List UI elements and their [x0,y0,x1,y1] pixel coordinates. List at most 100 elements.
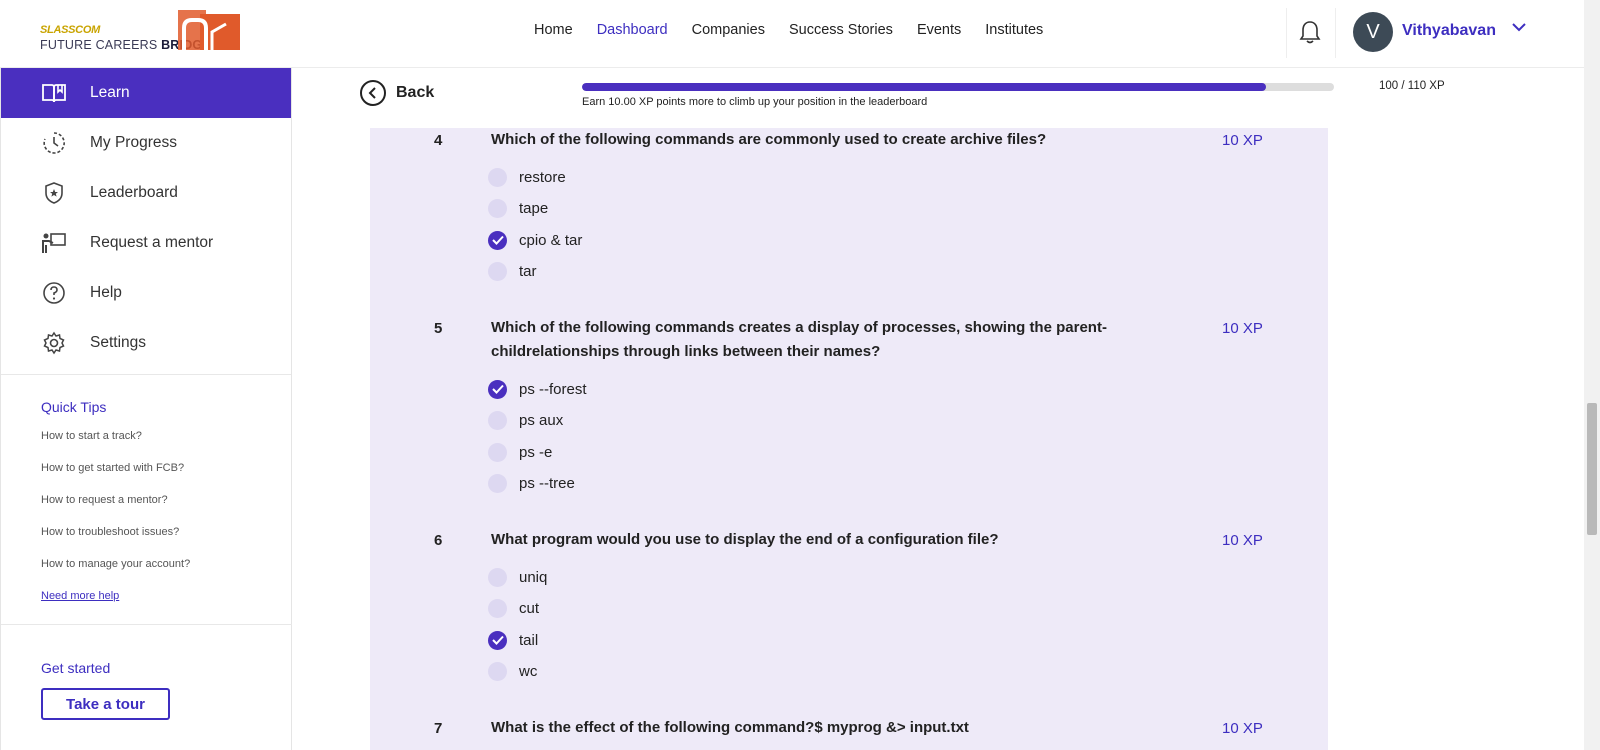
page-scrollbar[interactable] [1584,0,1600,750]
question-xp: 10 XP [1222,132,1263,149]
answer-option-label: ps --forest [519,380,587,398]
answer-option[interactable]: cpio & tar [488,230,582,250]
sidebar-item-label: Learn [90,84,130,101]
xp-total: 100 / 110 XP [1379,80,1445,92]
answer-option[interactable]: restore [488,167,566,187]
fcb-logo[interactable]: SLASSCOM FUTURE CAREERS BRIDGE [40,10,240,58]
answer-option-label: ps --tree [519,475,575,492]
nav-events[interactable]: Events [917,22,961,38]
progress-strip [292,68,1584,128]
question-xp: 10 XP [1222,720,1263,737]
answer-option-label: tape [519,200,549,217]
user-name[interactable]: Vithyabavan [1402,22,1496,40]
mentor-board-icon [41,230,67,256]
radio-unchecked-icon[interactable] [488,442,507,462]
quick-tip-link[interactable]: How to request a mentor? [41,493,291,525]
sidebar-item-label: My Progress [90,134,177,151]
question-number: 7 [434,720,443,737]
xp-progress-fill [582,83,1266,91]
sidebar-item-help[interactable]: Help [1,268,291,318]
quick-tip-link[interactable]: How to troubleshoot issues? [41,525,291,557]
answer-option-label: restore [519,168,566,186]
quick-tip-link[interactable]: How to get started with FCB? [41,461,291,493]
question-number: 4 [434,132,443,149]
sidebar-item-label: Help [90,284,122,301]
nav-companies[interactable]: Companies [692,22,765,38]
radio-checked-icon[interactable] [488,230,507,250]
answer-option-label: uniq [519,568,548,586]
sidebar-item-label: Leaderboard [90,184,178,201]
back-arrow-icon [360,80,386,106]
answer-option-label: tail [519,631,539,649]
answer-option[interactable]: ps --tree [488,474,575,494]
question-number: 6 [434,532,443,549]
avatar[interactable]: V [1353,12,1393,52]
logo-top-text: SLASSCOM [40,24,100,36]
answer-option-label: tar [519,263,537,280]
answer-option-label: wc [519,663,538,680]
radio-checked-icon[interactable] [488,379,507,399]
radio-unchecked-icon[interactable] [488,662,507,681]
answer-option[interactable]: tail [488,630,538,650]
take-tour-button[interactable]: Take a tour [41,688,170,720]
radio-unchecked-icon[interactable] [488,567,507,587]
radio-unchecked-icon[interactable] [488,167,507,187]
question-number: 5 [434,320,443,337]
question-text: Which of the following commands creates … [491,319,1107,360]
radio-checked-icon[interactable] [488,630,507,650]
answer-option[interactable]: tar [488,262,537,282]
answer-option[interactable]: ps aux [488,411,563,431]
answer-option[interactable]: ps -e [488,442,552,462]
radio-unchecked-icon[interactable] [488,262,507,281]
sidebar: Learn My Progress Leaderboard Request a men… [0,68,292,750]
nav-success-stories[interactable]: Success Stories [789,22,893,38]
gear-icon [41,330,67,356]
help-icon [41,280,67,306]
scrollbar-thumb[interactable] [1587,403,1597,535]
sidebar-item-label: Request a mentor [90,234,214,251]
logo-mark-icon [178,10,240,50]
nav-home[interactable]: Home [534,22,573,38]
bell-icon[interactable] [1299,20,1321,44]
question-xp: 10 XP [1222,320,1263,337]
answer-option-label: cut [519,600,540,617]
answer-option[interactable]: uniq [488,567,547,587]
sidebar-divider [1,624,292,625]
radio-unchecked-icon[interactable] [488,474,507,493]
xp-progress-note: Earn 10.00 XP points more to climb up yo… [582,96,928,108]
sidebar-item-leaderboard[interactable]: Leaderboard [1,168,291,218]
back-label: Back [396,84,435,101]
answer-option[interactable]: ps --forest [488,379,587,399]
radio-unchecked-icon[interactable] [488,199,507,218]
sidebar-menu: Learn My Progress Leaderboard Request a men… [1,68,291,368]
xp-progress-bar [582,83,1334,91]
answer-option-label: ps -e [519,443,553,461]
question-xp: 10 XP [1222,532,1263,549]
question-text: What program would you use to display th… [491,531,999,548]
main-nav: Home Dashboard Companies Success Stories Eve… [534,22,1067,38]
sidebar-item-request-a-mentor[interactable]: Request a mentor [1,218,291,268]
nav-dashboard[interactable]: Dashboard [597,22,668,38]
answer-option[interactable]: wc [488,662,537,682]
question-text: Which of the following commands are comm… [491,131,1047,148]
nav-institutes[interactable]: Institutes [985,22,1043,38]
quick-tip-link[interactable]: How to start a track? [41,429,291,461]
top-header: SLASSCOM FUTURE CAREERS BRIDGE Home Dashb… [0,0,1584,68]
answer-option[interactable]: cut [488,599,539,619]
sidebar-item-settings[interactable]: Settings [1,318,291,368]
answer-option[interactable]: tape [488,199,548,219]
need-more-help-link[interactable]: Need more help [41,589,291,621]
answer-option-label: cpio & tar [519,231,583,249]
radio-unchecked-icon[interactable] [488,599,507,618]
get-started-label: Get started [41,660,111,676]
chevron-down-icon[interactable] [1510,20,1528,34]
book-icon [41,80,67,106]
radio-unchecked-icon[interactable] [488,411,507,430]
sidebar-item-label: Settings [90,334,147,351]
quick-tip-link[interactable]: How to manage your account? [41,557,291,589]
sidebar-item-my-progress[interactable]: My Progress [1,118,291,168]
sidebar-item-learn[interactable]: Learn [1,68,291,118]
quick-tips: Quick Tips How to start a track? How to g… [1,375,291,621]
back-button[interactable]: Back [360,80,434,106]
header-divider [1335,8,1336,58]
